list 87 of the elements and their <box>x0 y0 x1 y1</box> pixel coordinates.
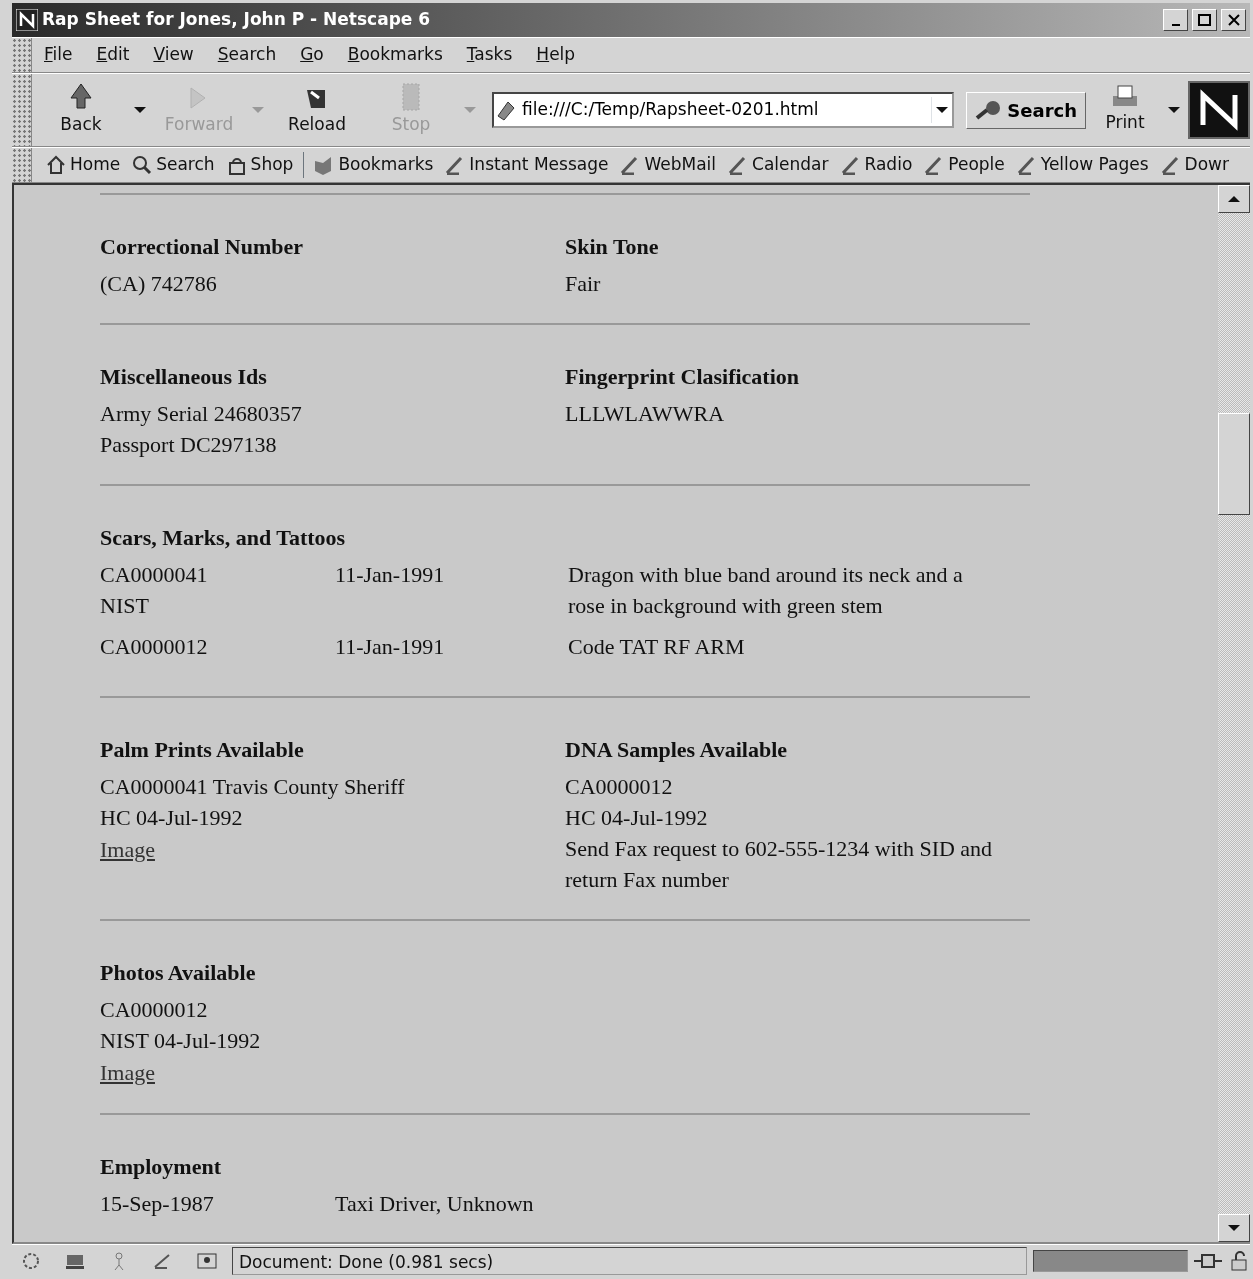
vertical-scrollbar[interactable] <box>1218 185 1250 1242</box>
caret-icon <box>464 107 476 114</box>
netscape-logo-icon <box>1188 81 1250 139</box>
field-value: HC 04-Jul-1992 <box>100 804 244 832</box>
menu-item[interactable]: Edit <box>90 40 136 70</box>
image-link[interactable]: Image <box>100 1057 155 1088</box>
menu-item[interactable]: Bookmarks <box>341 40 449 70</box>
record-id: 15-Sep-1987 <box>100 1190 215 1218</box>
toolbar-link[interactable]: Instant Message <box>439 152 615 178</box>
menu-item[interactable]: Go <box>294 40 330 70</box>
toolbar-link[interactable]: Radio <box>834 152 919 178</box>
search-icon <box>132 155 153 175</box>
menu-item[interactable]: Help <box>530 40 582 70</box>
menu-item[interactable]: Search <box>211 40 283 70</box>
address-card-icon <box>196 1251 218 1271</box>
field-heading: Palm Prints Available <box>100 736 305 764</box>
record-value: Dragon with blue band around its neck and a rose in background with green stem <box>568 561 964 620</box>
field-value: Army Serial 24680357 <box>100 400 303 428</box>
pen-icon <box>840 155 861 175</box>
record-value: Code TAT RF ARM <box>568 633 746 661</box>
maximize-icon <box>1198 14 1211 26</box>
maximize-button[interactable] <box>1192 9 1217 31</box>
address-bar[interactable]: file:///C:/Temp/Rapsheet-0201.html <box>492 92 955 128</box>
nav-button[interactable]: Back <box>36 80 126 140</box>
close-icon <box>1227 14 1240 26</box>
field-value: Fair <box>565 270 602 298</box>
field-value: CA0000012 <box>100 996 209 1024</box>
field-value: (CA) 742786 <box>100 270 218 298</box>
status-text: Document: Done (0.981 secs) <box>232 1246 1027 1275</box>
padlock-icon <box>1228 1250 1250 1271</box>
pen-icon <box>1160 155 1181 175</box>
nav-button[interactable]: Reload <box>272 80 362 140</box>
toolbar-link[interactable]: People <box>918 152 1011 178</box>
toolbar-link[interactable]: Home <box>40 152 127 178</box>
scroll-up-button[interactable] <box>1218 185 1250 213</box>
search-button[interactable]: Search <box>966 91 1086 129</box>
down-arrow-icon <box>1228 1225 1240 1231</box>
shopping-bag-icon <box>226 155 247 175</box>
toolbar-grip[interactable] <box>12 74 32 146</box>
field-value: HC 04-Jul-1992 <box>565 804 709 832</box>
dropdown-caret-icon <box>936 107 949 114</box>
print-button[interactable]: Print <box>1090 82 1160 138</box>
caret-icon <box>252 107 264 114</box>
field-value: CA0000012 <box>565 773 674 801</box>
close-button[interactable] <box>1221 9 1246 31</box>
menu-item[interactable]: Tasks <box>460 40 519 70</box>
app-logo-icon <box>16 9 38 31</box>
field-value: Send Fax request to 602-555-1234 with SID and return Fax number <box>565 835 994 894</box>
record-id: CA0000012 <box>100 633 209 661</box>
toolbar-link[interactable]: WebMail <box>614 152 723 178</box>
toolbar-link[interactable]: Bookmarks <box>308 152 440 178</box>
field-heading: Correctional Number <box>100 233 305 261</box>
record-value: 11-Jan-1991 <box>335 633 446 661</box>
minimize-button[interactable] <box>1163 9 1188 31</box>
menu-item[interactable]: File <box>38 40 79 70</box>
toolbar-grip[interactable] <box>12 148 32 182</box>
section-heading: Scars, Marks, and Tattoos <box>100 524 347 552</box>
toolbar-link[interactable]: Yellow Pages <box>1010 152 1155 178</box>
toolbar-grip[interactable] <box>12 38 32 72</box>
toolbar-link[interactable]: Shop <box>220 152 300 178</box>
toolbar-link[interactable]: Dowr <box>1154 152 1235 178</box>
record-value: 11-Jan-1991 <box>335 561 446 589</box>
field-value: Passport DC297138 <box>100 431 278 459</box>
menu-item[interactable]: View <box>147 40 200 70</box>
toolbar-link[interactable]: Search <box>126 152 221 178</box>
field-value: LLLWLAWWRA <box>565 400 726 428</box>
scroll-down-button[interactable] <box>1218 1214 1250 1242</box>
record-id: CA0000041 NIST <box>100 561 209 620</box>
caret-icon <box>1168 107 1180 114</box>
field-heading: Miscellaneous Ids <box>100 363 268 391</box>
field-heading: Fingerprint Clasification <box>565 363 801 391</box>
minimize-icon <box>1171 23 1180 26</box>
record-value: Taxi Driver, Unknown <box>335 1190 535 1218</box>
image-link[interactable]: Image <box>100 834 155 865</box>
caret-icon <box>134 107 146 114</box>
field-heading: DNA Samples Available <box>565 736 789 764</box>
scroll-thumb[interactable] <box>1218 413 1250 515</box>
window-title: Rap Sheet for Jones, John P - Netscape 6 <box>42 8 431 32</box>
toolbar-link[interactable]: Calendar <box>722 152 835 178</box>
field-value: CA0000041 Travis County Sheriff <box>100 773 406 801</box>
field-value: NIST 04-Jul-1992 <box>100 1027 262 1055</box>
up-arrow-icon <box>1228 196 1240 202</box>
pen-icon <box>1016 155 1037 175</box>
section-heading: Employment <box>100 1153 222 1181</box>
field-heading: Skin Tone <box>565 233 660 261</box>
field-heading: Photos Available <box>100 959 257 987</box>
house-icon <box>46 155 66 175</box>
